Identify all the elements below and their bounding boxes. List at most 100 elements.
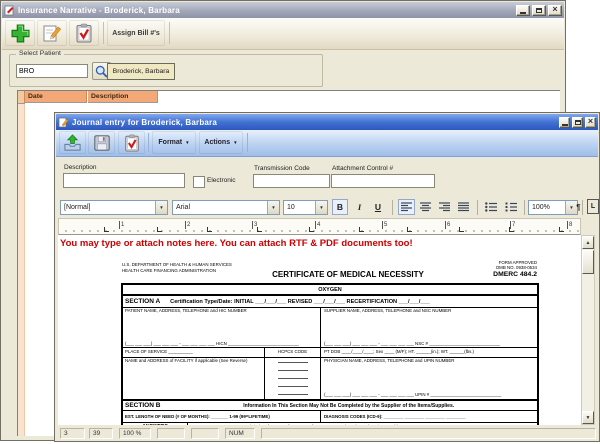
physician-label: PHYSICIAN NAME, ADDRESS, TELEPHONE and U… [324,358,536,364]
row-selector-strip [18,104,25,436]
numbered-list-button[interactable] [502,199,520,215]
ruler-number: 5 [382,221,387,229]
save-button[interactable] [88,131,115,154]
supplier-cell-label: SUPPLIER NAME, ADDRESS, TELEPHONE and NS… [324,308,534,314]
add-plus-icon [10,23,31,44]
pt-dob-cell: PT DOB ____/____/____; Sex ____ (M/F); H… [321,347,537,357]
maximize-button[interactable] [532,5,546,16]
supplier-cell: SUPPLIER NAME, ADDRESS, TELEPHONE and NS… [321,307,537,347]
journal-status-bar: 3 39 100 % NUM [56,426,598,441]
align-justify-button[interactable] [455,199,472,215]
underline-button[interactable]: U [370,199,386,215]
patient-cell: PATIENT NAME, ADDRESS, TELEPHONE and HIC… [123,307,321,347]
ruler-tab-stop[interactable] [359,227,364,232]
bullet-list-icon [485,202,497,212]
font-size-value: 10 [287,204,295,211]
minimize-button[interactable] [516,5,530,16]
status-empty-panel [191,428,219,439]
ruler[interactable]: 1 2 3 4 5 6 7 8 [58,218,581,235]
pt-dob-line: PT DOB ____/____/____; Sex ____ (M/F); H… [324,349,474,355]
form-section-b-row: SECTION B Information In This Section Ma… [123,399,537,411]
post-journal-button[interactable] [59,131,86,154]
font-family-combo[interactable]: Arial ▼ [172,200,280,215]
actions-menu-button[interactable]: Actions ▼ [199,131,243,154]
section-b-info: Information In This Section May Not Be C… [243,403,454,409]
desktop: Insurance Narrative - Broderick, Barbara… [0,0,600,444]
form-agency-line2: HEALTH CARE FINANCING ADMINISTRATION [122,268,292,274]
scrollbar-thumb[interactable] [582,250,594,274]
maximize-icon [536,8,542,13]
clipboard-check-icon [123,134,141,152]
zoom-value: 100% [532,204,550,211]
align-center-icon [420,202,431,212]
bold-button[interactable]: B [332,199,348,215]
chevron-down-icon: ▼ [155,201,167,214]
ruler-tab-stop[interactable] [459,227,464,232]
paragraph-style-combo[interactable]: [Normal] ▼ [60,200,168,215]
close-icon: × [552,5,557,14]
ruler-tab-stop[interactable] [157,227,162,232]
toolbar-separator [247,133,248,152]
place-of-service-label: PLACE OF SERVICE __________ [125,349,193,355]
answers-cell: ANSWERS [123,422,188,425]
editor-scrollbar[interactable]: ▲ ▼ [581,235,595,425]
ruler-number: 6 [445,221,450,229]
close-button[interactable]: × [585,117,596,128]
italic-button[interactable]: I [352,199,367,215]
rtf-format-bar: [Normal] ▼ Arial ▼ 10 ▼ B I U [56,197,598,218]
align-left-button[interactable] [398,199,415,215]
bullet-list-button[interactable] [482,199,500,215]
electronic-checkbox[interactable] [193,176,205,188]
patient-search-input[interactable] [16,64,88,78]
ruler-tab-stop[interactable] [104,227,109,232]
toolbar-separator [103,22,104,44]
selected-patient-badge: Broderick, Barbara [107,63,175,80]
close-button[interactable]: × [548,5,562,16]
column-header-description[interactable]: Description [88,91,158,103]
edit-narrative-button[interactable] [37,20,67,46]
zoom-combo[interactable]: 100% ▼ [528,200,578,215]
form-facility-row: NAME and ADDRESS of FACILITY if applicab… [123,357,537,399]
tasks-button[interactable] [118,131,145,154]
scroll-down-button[interactable]: ▼ [582,411,594,424]
insurance-window-titlebar[interactable]: Insurance Narrative - Broderick, Barbara… [2,2,564,18]
answers-label: ANSWERS [142,424,168,425]
ruler-tab-stop[interactable] [257,227,262,232]
show-paragraph-marks-button[interactable]: ¶ [572,199,585,215]
ruler-tab-stop[interactable] [407,227,412,232]
certification-line: Certification Type/Date: INITIAL ___/___… [170,299,430,305]
form-patient-supplier-row: PATIENT NAME, ADDRESS, TELEPHONE and HIC… [123,307,537,348]
actions-menu-label: Actions [204,139,230,146]
tasks-button[interactable] [69,20,99,46]
ruler-tab-stop[interactable] [309,227,314,232]
minimize-button[interactable] [559,117,570,128]
form-number: DMERC 484.2 [493,271,537,279]
add-narrative-button[interactable] [5,20,35,46]
align-center-button[interactable] [417,199,434,215]
physician-cell: PHYSICIAN NAME, ADDRESS, TELEPHONE and U… [321,357,537,399]
ruler-tab-stop[interactable] [207,227,212,232]
select-patient-group: Select Patient Broderick, Barbara [9,54,323,87]
assign-bill-button[interactable]: Assign Bill #'s [107,20,165,46]
ruler-tab-stop[interactable] [509,227,514,232]
est-length-cell: EST. LENGTH OF NEED (# OF MONTHS): _____… [123,411,321,422]
transmission-code-label: Transmission Code [254,165,310,172]
description-input[interactable] [63,173,185,188]
font-size-combo[interactable]: 10 ▼ [283,200,328,215]
format-menu-button[interactable]: Format ▼ [152,131,196,154]
scroll-up-button[interactable]: ▲ [582,236,594,249]
ruler-toggle-button[interactable]: L [587,199,599,214]
align-right-button[interactable] [436,199,453,215]
journal-entry-window: Journal entry for Broderick, Barbara × [54,112,600,442]
format-bar-separator [524,200,525,215]
journal-fields-panel: Description Electronic Transmission Code… [56,156,598,197]
ruler-tab-stop[interactable] [559,227,564,232]
column-header-date[interactable]: Date [25,91,87,103]
rtf-editor[interactable]: You may type or attach notes here. You c… [58,235,581,425]
attachment-control-input[interactable] [331,174,435,188]
answers-instructions-cell: ANSWER QUESTIONS 1-10. (Circle Y for Yes… [188,422,537,425]
journal-window-titlebar[interactable]: Journal entry for Broderick, Barbara × [56,114,598,130]
insurance-window-icon [4,5,15,16]
transmission-code-input[interactable] [253,174,330,188]
maximize-button[interactable] [572,117,583,128]
